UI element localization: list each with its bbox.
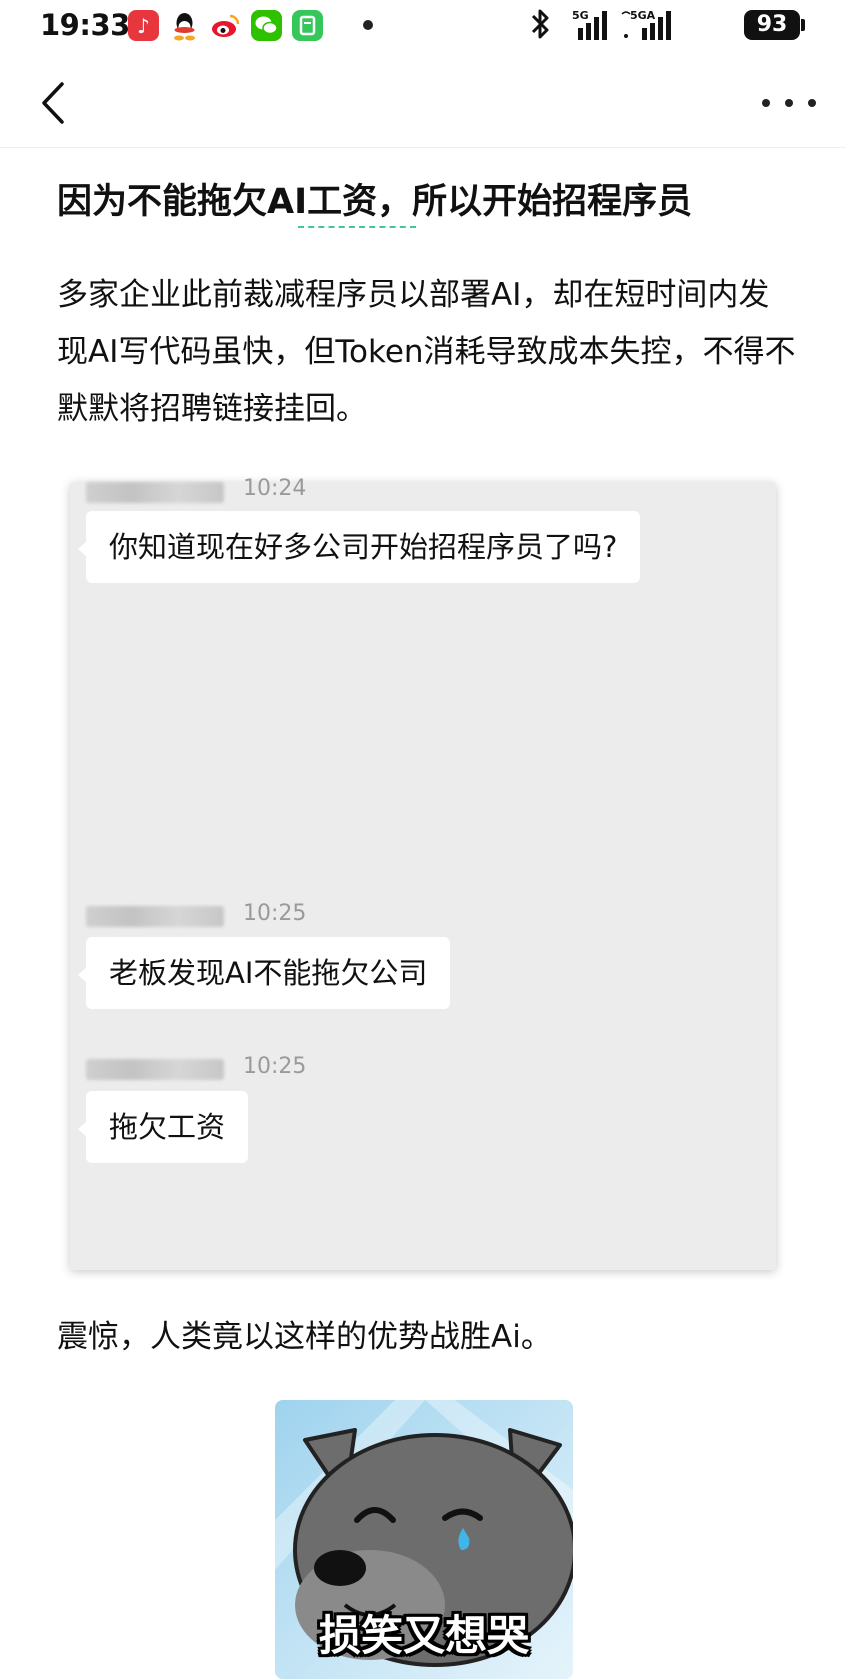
message-text: 你知道现在好多公司开始招程序员了吗? xyxy=(109,530,618,564)
battery-tip xyxy=(801,19,805,31)
message-text: 老板发现AI不能拖欠公司 xyxy=(109,956,428,990)
article-title: 因为不能拖欠AI工资，所以开始招程序员 xyxy=(57,182,693,222)
message-time: 10:24 xyxy=(243,476,307,501)
green-app-icon xyxy=(292,10,323,41)
keyword-link-underline[interactable] xyxy=(298,226,416,228)
weibo-app-icon xyxy=(210,10,241,41)
article-paragraph-1: 多家企业此前裁减程序员以部署AI，却在短时间内发现AI写代码虽快，但Token消… xyxy=(57,277,796,427)
sender-name-blurred xyxy=(86,482,224,503)
qq-app-icon xyxy=(169,10,200,41)
message-bubble: 拖欠工资 xyxy=(77,1091,249,1163)
signal-2-label: 5GA xyxy=(630,9,656,22)
notification-dot xyxy=(363,20,373,30)
nav-bar xyxy=(0,52,846,148)
sender-name-blurred xyxy=(86,1059,224,1080)
message-time: 10:25 xyxy=(243,1054,307,1079)
message-time: 10:25 xyxy=(243,901,307,926)
back-button[interactable] xyxy=(36,78,72,128)
status-bar: 19:33 ♪ 5G 5GA 93 xyxy=(0,0,846,52)
chevron-left-icon xyxy=(42,82,64,124)
more-horizontal-icon xyxy=(762,99,816,107)
message-bubble: 老板发现AI不能拖欠公司 xyxy=(77,937,451,1009)
svg-text:♪: ♪ xyxy=(137,14,150,38)
chat-screenshot: 10:24 你知道现在好多公司开始招程序员了吗? 10:25 老板发现AI不能拖… xyxy=(70,476,776,1270)
signal-1-label: 5G xyxy=(572,9,589,22)
music-app-icon: ♪ xyxy=(128,10,159,41)
sender-name-blurred xyxy=(86,906,224,927)
signal-5ga-icon: 5GA xyxy=(620,6,684,50)
message-bubble: 你知道现在好多公司开始招程序员了吗? xyxy=(77,511,641,583)
sticker-caption: 损笑又想哭 xyxy=(318,1611,529,1660)
wechat-app-icon xyxy=(251,10,282,41)
message-text: 拖欠工资 xyxy=(109,1110,226,1144)
status-time: 19:33 xyxy=(40,8,130,42)
signal-icon: 5G xyxy=(570,6,618,50)
battery-indicator: 93 xyxy=(744,10,800,40)
article-paragraph-2: 震惊，人类竟以这样的优势战胜Ai。 xyxy=(57,1319,552,1355)
bluetooth-icon xyxy=(528,6,554,46)
sticker-image[interactable]: 损笑又想哭 xyxy=(275,1400,573,1679)
more-button[interactable] xyxy=(758,88,820,118)
